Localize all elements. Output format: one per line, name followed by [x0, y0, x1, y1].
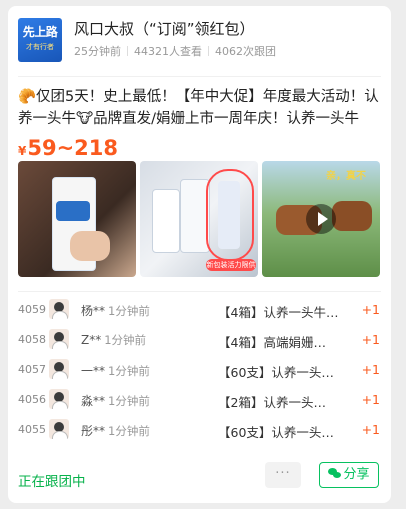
group-logo[interactable]: 先上路 才有行者	[18, 18, 62, 62]
order-time: 1分钟前	[108, 304, 150, 318]
new-pack-badge: 新包装活力限供	[206, 259, 256, 271]
user-avatar	[49, 359, 69, 379]
meta-divider	[208, 46, 209, 56]
order-time: 1分钟前	[108, 394, 150, 408]
order-row[interactable]: 4057 一** 1分钟前 【60支】认养一头… +1	[18, 355, 380, 385]
post-description[interactable]: 🥐仅团5天！史上最低！【年中大促】年度最大活动！认养一头牛🐮品牌直发/娟姗上市一…	[18, 86, 380, 130]
buyer-name: 彤**	[81, 424, 106, 438]
video-caption: 亲，真不	[326, 171, 366, 181]
hand-shape	[70, 231, 110, 261]
order-row[interactable]: 4058 Z** 1分钟前 【4箱】高端娟姗… +1	[18, 325, 380, 355]
buyer-info: 彤** 1分钟前	[81, 422, 150, 439]
currency-symbol: ¥	[18, 144, 27, 158]
order-row[interactable]: 4059 杨** 1分钟前 【4箱】认养一头牛… +1	[18, 295, 380, 325]
order-qty: +1	[361, 422, 380, 437]
follow-count: 4062次跟团	[215, 45, 276, 58]
order-number: 4059	[18, 303, 46, 316]
order-time: 1分钟前	[108, 424, 150, 438]
buyer-name: 杨**	[81, 304, 106, 318]
product-image-milk-box[interactable]	[18, 161, 136, 277]
card-header: 先上路 才有行者 风口大叔（“订阅”领红包） 25分钟前 44321人查看 4062…	[18, 14, 381, 64]
order-number: 4055	[18, 423, 46, 436]
order-time: 1分钟前	[104, 333, 147, 347]
user-avatar	[49, 389, 69, 409]
view-count: 44321人查看	[134, 45, 202, 58]
order-item: 【4箱】高端娟姗…	[218, 335, 326, 350]
price-range: ¥59~218	[18, 136, 118, 160]
order-qty: +1	[361, 392, 380, 407]
product-image-yogurt[interactable]: 新包装活力限供	[140, 161, 258, 277]
group-meta: 25分钟前 44321人查看 4062次跟团	[74, 43, 276, 59]
order-qty: +1	[361, 332, 380, 347]
header-divider	[18, 76, 381, 77]
order-item: 【4箱】认养一头牛…	[218, 305, 339, 320]
more-button[interactable]: ···	[265, 462, 301, 488]
order-item: 【60支】认养一头…	[218, 365, 334, 380]
order-number: 4057	[18, 363, 46, 376]
buyer-info: 一** 1分钟前	[81, 362, 150, 379]
order-qty: +1	[361, 362, 380, 377]
user-avatar	[49, 329, 69, 349]
wechat-icon	[328, 468, 342, 479]
yogurt-bottle	[152, 189, 180, 253]
group-status: 正在跟团中	[18, 474, 86, 490]
price-value: 59~218	[27, 136, 119, 160]
order-row[interactable]: 4056 淼** 1分钟前 【2箱】认养一头… +1	[18, 385, 380, 415]
carton-label	[56, 201, 90, 221]
product-video-cows[interactable]: 亲，真不	[262, 161, 380, 277]
posted-time: 25分钟前	[74, 45, 121, 58]
order-qty: +1	[361, 302, 380, 317]
buyer-name: Z**	[81, 333, 102, 347]
play-icon[interactable]	[306, 204, 336, 234]
user-avatar	[49, 419, 69, 439]
share-button[interactable]: 分享	[319, 462, 379, 488]
group-buy-card[interactable]: 先上路 才有行者 风口大叔（“订阅”领红包） 25分钟前 44321人查看 4062…	[8, 6, 391, 503]
logo-text: 先上路	[22, 25, 58, 39]
buyer-name: 一**	[81, 364, 106, 378]
order-number: 4056	[18, 393, 46, 406]
order-item: 【60支】认养一头…	[218, 425, 334, 440]
user-avatar	[49, 299, 69, 319]
order-row[interactable]: 4055 彤** 1分钟前 【60支】认养一头… +1	[18, 415, 380, 445]
order-number: 4058	[18, 333, 46, 346]
image-gallery: 新包装活力限供 亲，真不	[18, 161, 380, 285]
group-title[interactable]: 风口大叔（“订阅”领红包）	[74, 18, 255, 39]
list-divider	[18, 291, 381, 292]
cow-shape	[332, 201, 372, 231]
buyer-info: 淼** 1分钟前	[81, 392, 150, 409]
order-item: 【2箱】认养一头…	[218, 395, 326, 410]
buyer-info: Z** 1分钟前	[81, 332, 146, 348]
logo-subtext: 才有行者	[26, 43, 54, 51]
order-time: 1分钟前	[108, 364, 150, 378]
meta-divider	[127, 46, 128, 56]
buyer-info: 杨** 1分钟前	[81, 302, 150, 319]
yogurt-bottle	[218, 181, 240, 249]
share-label: 分享	[343, 467, 370, 482]
order-list: 4059 杨** 1分钟前 【4箱】认养一头牛… +1 4058 Z** 1分钟前 …	[18, 295, 380, 445]
buyer-name: 淼**	[81, 394, 106, 408]
